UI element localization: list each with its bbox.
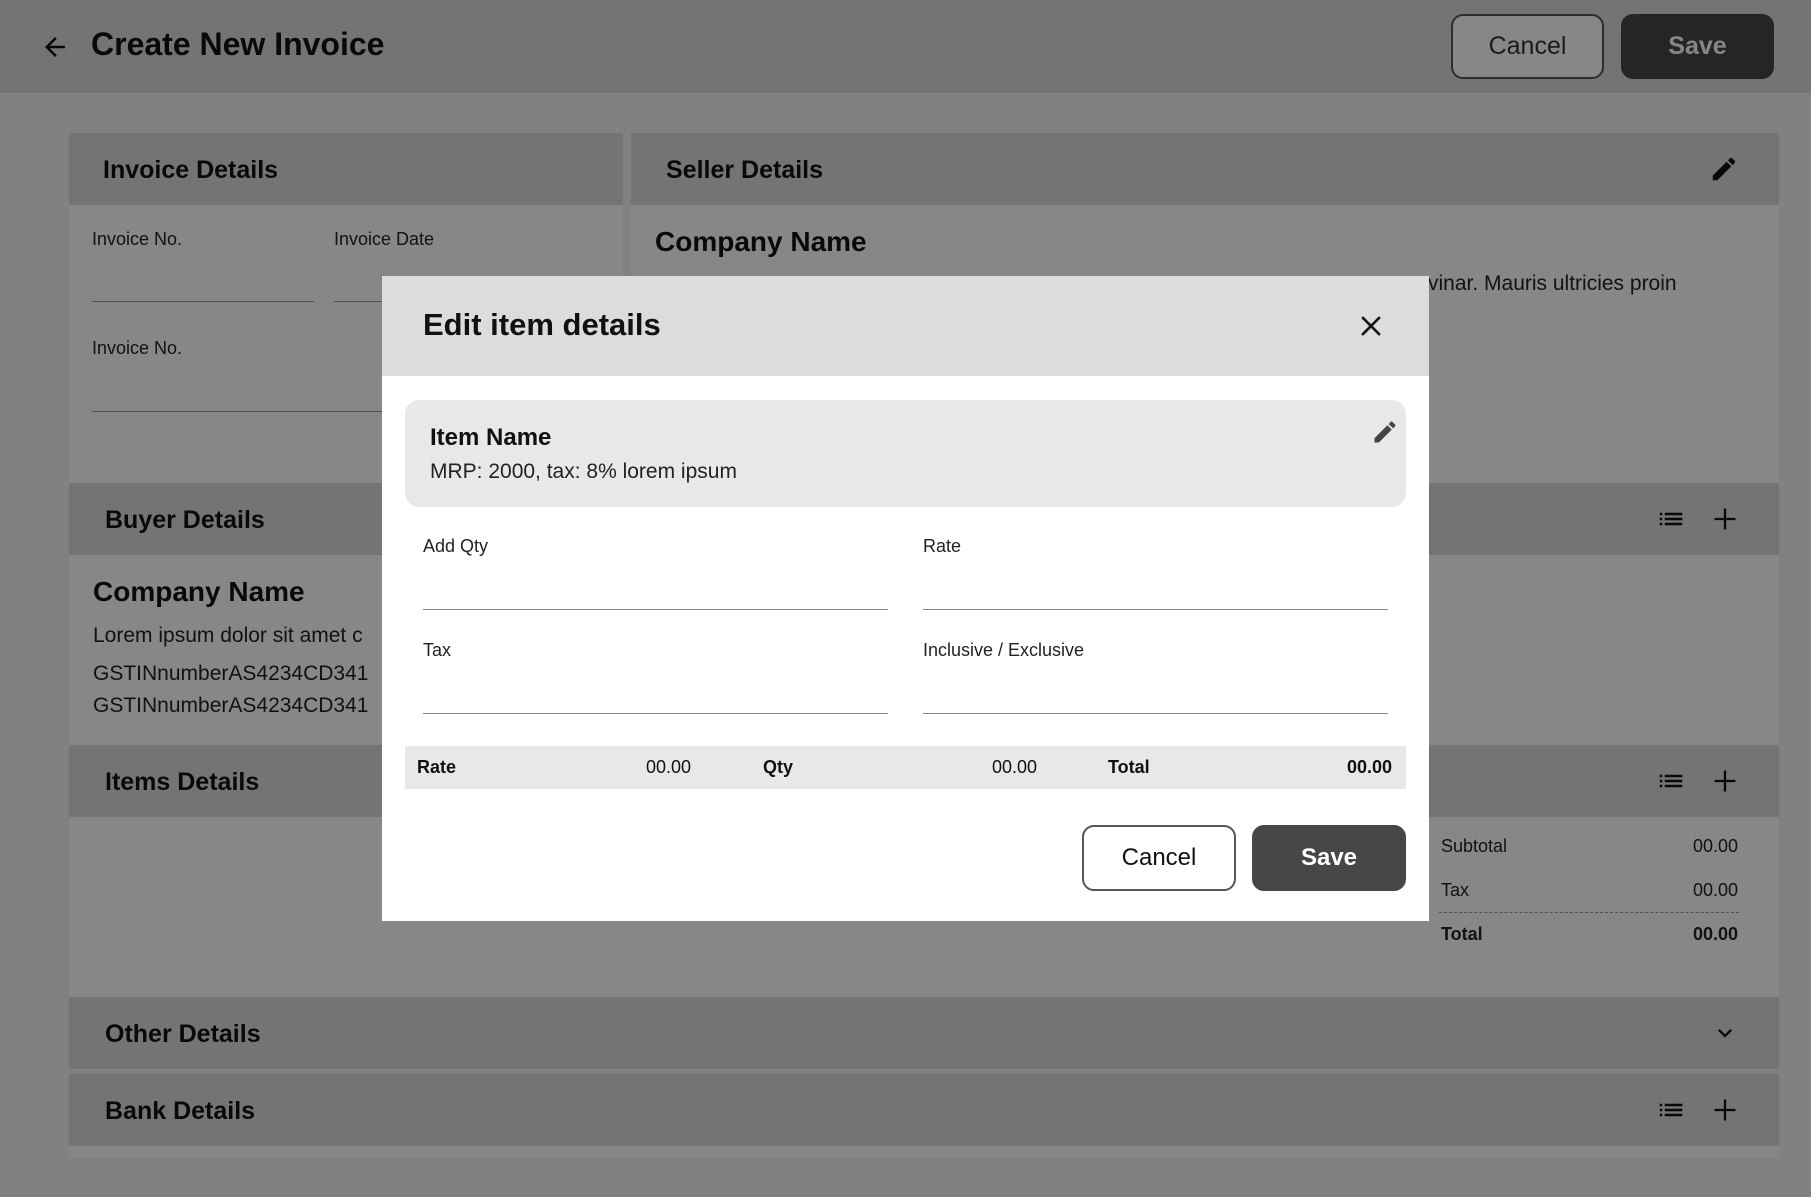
modal-save-button[interactable]: Save — [1252, 825, 1406, 891]
close-icon — [1361, 316, 1381, 336]
calc-qty-label: Qty — [763, 757, 794, 777]
item-name: Item Name — [430, 424, 552, 451]
calc-total-value: 00.00 — [1346, 757, 1392, 777]
modal-title: Edit item details — [423, 307, 661, 342]
modal-header: Edit item details — [382, 276, 1429, 376]
calc-rate-value: 00.00 — [645, 757, 691, 777]
calc-rate-label: Rate — [417, 757, 457, 777]
item-summary-card: Item Name MRP: 2000, tax: 8% lorem ipsum — [405, 400, 1406, 507]
inclusive-exclusive-label: Inclusive / Exclusive — [923, 640, 1085, 660]
edit-item-modal: Edit item details Item Name MRP: 2000, t… — [382, 276, 1429, 921]
pencil-icon — [1374, 421, 1396, 443]
tax-field-label: Tax — [423, 640, 452, 660]
rate-label: Rate — [923, 536, 962, 556]
rate-input[interactable] — [923, 570, 1388, 610]
tax-input[interactable] — [423, 674, 888, 714]
calc-total-label: Total — [1108, 757, 1150, 777]
calc-qty-value: 00.00 — [991, 757, 1037, 777]
add-qty-input[interactable] — [423, 570, 888, 610]
modal-cancel-button[interactable]: Cancel — [1082, 825, 1236, 891]
item-edit-button[interactable] — [1371, 418, 1401, 448]
calculation-row: Rate 00.00 Qty 00.00 Total 00.00 — [405, 746, 1406, 789]
modal-close-button[interactable] — [1354, 309, 1388, 343]
add-qty-label: Add Qty — [423, 536, 489, 556]
inclusive-exclusive-input[interactable] — [923, 674, 1388, 714]
item-description: MRP: 2000, tax: 8% lorem ipsum — [430, 460, 737, 483]
